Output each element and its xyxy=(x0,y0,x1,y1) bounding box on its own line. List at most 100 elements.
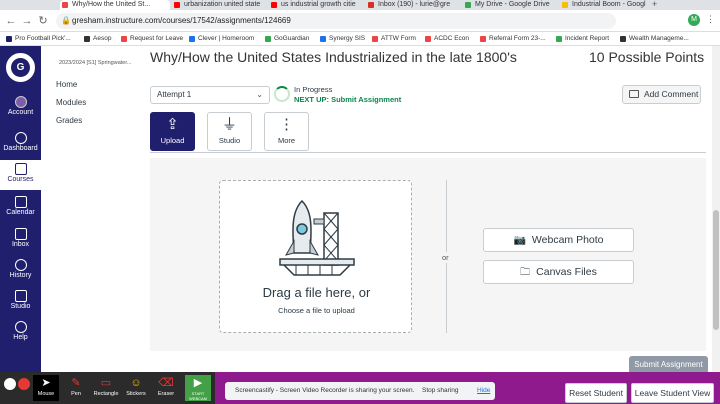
more-vertical-icon: ⋮ xyxy=(279,116,294,133)
tab-assignment[interactable]: Why/How the United St... xyxy=(60,0,170,10)
stop-sharing-button[interactable]: Stop sharing xyxy=(422,382,459,400)
global-nav-dashboard[interactable]: Dashboard xyxy=(0,130,41,158)
global-nav-history[interactable]: History xyxy=(0,257,41,285)
record-stop-icon[interactable] xyxy=(18,378,30,390)
page-title: Why/How the United States Industrialized… xyxy=(150,49,517,65)
bookmark-item[interactable]: Wealth Manageme... xyxy=(620,33,689,45)
rectangle-tool[interactable]: ▭ Rectangle xyxy=(93,375,119,401)
bookmark-item[interactable]: Incident Report xyxy=(556,33,609,45)
upload-button[interactable]: ⇪ Upload xyxy=(150,112,195,151)
bookmark-icon xyxy=(121,36,127,42)
bookmark-item[interactable]: Request for Leave xyxy=(121,33,183,45)
bookmark-item[interactable]: Aesop xyxy=(84,33,111,45)
bookmark-icon xyxy=(480,36,486,42)
canvas-favicon-icon xyxy=(62,2,68,8)
bookmark-icon xyxy=(320,36,326,42)
course-nav-grades[interactable]: Grades xyxy=(56,116,82,125)
rocket-illustration-icon xyxy=(279,199,355,276)
status-text: In Progress xyxy=(294,85,333,94)
lock-icon: 🔒 xyxy=(61,16,71,25)
dashboard-icon xyxy=(14,132,27,144)
calendar-icon xyxy=(14,196,27,208)
scrollbar-thumb[interactable] xyxy=(713,210,719,330)
more-button[interactable]: ⋮ More xyxy=(264,112,309,151)
global-nav-account[interactable]: Account xyxy=(0,94,41,122)
bookmark-icon xyxy=(425,36,431,42)
global-nav-inbox[interactable]: Inbox xyxy=(0,226,41,254)
inbox-icon xyxy=(14,228,27,240)
leave-student-view-button[interactable]: Leave Student View xyxy=(631,383,714,403)
mouse-tool[interactable]: ➤ Mouse xyxy=(33,375,59,401)
bookmark-item[interactable]: ATTW Form xyxy=(372,33,416,45)
bookmark-icon xyxy=(556,36,562,42)
address-bar: ← → ↻ 🔒 gresham.instructure.com/courses/… xyxy=(0,10,720,32)
bookmark-item[interactable]: Synergy SIS xyxy=(320,33,365,45)
bookmark-item[interactable]: ACDC Econ xyxy=(425,33,469,45)
start-webcam-button[interactable]: ▶ START WEBCAM xyxy=(185,375,211,401)
eraser-tool[interactable]: ⌫ Eraser xyxy=(153,375,179,401)
studio-icon xyxy=(14,290,27,302)
tab-urbanization[interactable]: urbanization united state xyxy=(172,0,267,10)
bookmark-icon xyxy=(189,36,195,42)
pause-icon[interactable] xyxy=(4,378,16,390)
stickers-tool[interactable]: ☺ Stickers xyxy=(123,375,149,401)
pen-icon: ✎ xyxy=(71,377,81,389)
comment-icon xyxy=(629,90,639,98)
reset-student-button[interactable]: Reset Student xyxy=(565,383,627,403)
pen-tool[interactable]: ✎ Pen xyxy=(63,375,89,401)
studio-button[interactable]: ⏚ Studio xyxy=(207,112,252,151)
help-icon xyxy=(14,321,27,333)
choose-file-link[interactable]: Choose a file to upload xyxy=(220,306,413,315)
bookmark-icon xyxy=(84,36,90,42)
bookmark-item[interactable]: Clever | Homeroom xyxy=(189,33,254,45)
canvas-files-button[interactable]: 🗀 Canvas Files xyxy=(483,260,634,284)
global-nav-courses[interactable]: Courses xyxy=(0,160,41,190)
chevron-down-icon: ⌄ xyxy=(256,90,263,99)
tab-industrial-boom[interactable]: Industrial Boom - Googl xyxy=(560,0,650,10)
avatar-icon xyxy=(14,96,27,108)
school-seal-icon: G xyxy=(11,58,30,77)
course-nav-modules[interactable]: Modules xyxy=(56,98,86,107)
tab-industrial-growth[interactable]: us industrial growth citie xyxy=(269,0,364,10)
next-up-text: NEXT UP: Submit Assignment xyxy=(294,95,402,104)
drive-favicon-icon xyxy=(465,2,471,8)
forward-arrow-icon[interactable]: → xyxy=(20,14,34,28)
profile-avatar[interactable]: M xyxy=(688,14,700,26)
tab-inbox[interactable]: Inbox (190) - lurie@gre xyxy=(366,0,461,10)
youtube-favicon-icon xyxy=(271,2,277,8)
reload-icon[interactable]: ↻ xyxy=(36,14,50,28)
course-nav-home[interactable]: Home xyxy=(56,80,77,89)
book-icon xyxy=(14,163,27,175)
attempt-select[interactable]: Attempt 1 ⌄ xyxy=(150,86,270,104)
school-logo[interactable]: G xyxy=(3,50,38,85)
bookmark-item[interactable]: Referral Form 23-... xyxy=(480,33,546,45)
screencastify-toolbar: ➤ Mouse ✎ Pen ▭ Rectangle ☺ Stickers ⌫ Eraser… xyxy=(0,372,215,404)
upload-icon: ⇪ xyxy=(166,116,179,133)
global-nav-calendar[interactable]: Calendar xyxy=(0,194,41,222)
divider xyxy=(150,152,706,153)
global-nav-help[interactable]: Help xyxy=(0,319,41,347)
webcam-photo-button[interactable]: 📷 Webcam Photo xyxy=(483,228,634,252)
bookmark-icon xyxy=(620,36,626,42)
browser-menu-icon[interactable]: ⋮ xyxy=(706,14,715,25)
file-drop-zone[interactable]: Drag a file here, or Choose a file to up… xyxy=(219,180,412,333)
add-comment-button[interactable]: Add Comment xyxy=(622,85,701,104)
bookmark-icon xyxy=(6,36,12,42)
back-arrow-icon[interactable]: ← xyxy=(4,14,18,28)
drop-zone-title: Drag a file here, or xyxy=(262,285,371,300)
youtube-favicon-icon xyxy=(174,2,180,8)
or-separator: or xyxy=(442,252,449,263)
bookmark-item[interactable]: GoGuardian xyxy=(265,33,309,45)
camera-icon: 📷 xyxy=(513,235,526,246)
new-tab-button[interactable]: + xyxy=(652,0,657,9)
global-nav-studio[interactable]: Studio xyxy=(0,288,41,316)
url-input[interactable]: 🔒 gresham.instructure.com/courses/17542/… xyxy=(56,13,616,29)
eraser-icon: ⌫ xyxy=(158,377,174,389)
hide-banner-link[interactable]: Hide xyxy=(477,382,490,400)
cursor-icon: ➤ xyxy=(41,377,51,389)
bookmark-item[interactable]: Pro Football Pick'... xyxy=(6,33,71,45)
possible-points: 10 Possible Points xyxy=(589,49,705,65)
clock-icon xyxy=(14,259,27,271)
tab-drive[interactable]: My Drive - Google Drive xyxy=(463,0,558,10)
folder-icon: 🗀 xyxy=(520,267,531,278)
